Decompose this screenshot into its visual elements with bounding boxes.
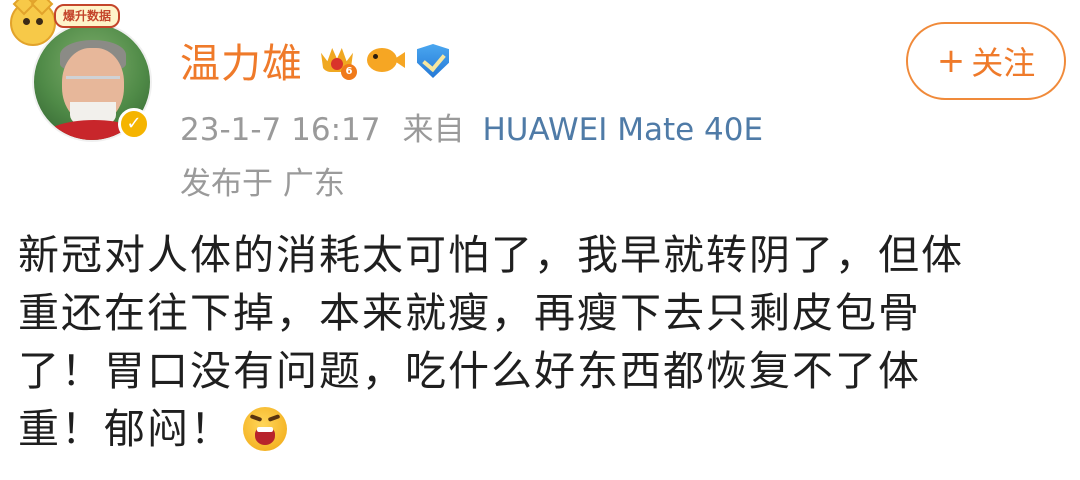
crown-level: 6 <box>341 64 357 80</box>
source-prefix: 来自 <box>402 112 465 148</box>
post-text-line: 了！胃口没有问题，吃什么好东西都恢复不了体 <box>18 347 921 395</box>
post-text-line-last: 重！郁闷！ <box>18 400 1068 458</box>
device-link[interactable]: HUAWEI Mate 40E <box>482 112 763 148</box>
user-header: 温力雄 6 <box>180 30 461 90</box>
emoji-teeth <box>257 427 273 432</box>
user-name[interactable]: 温力雄 <box>180 31 303 89</box>
avatar-glasses <box>66 76 120 91</box>
follow-button-label: 关注 <box>971 44 1036 82</box>
fish-badge-icon[interactable] <box>365 40 405 80</box>
crying-emoji-icon <box>243 407 287 451</box>
emoji-brow-left <box>249 414 263 422</box>
pet-ear-right <box>30 0 54 16</box>
shield-badge-icon[interactable] <box>413 40 453 80</box>
avatar-container[interactable]: 爆升数据 ✓ <box>10 0 155 150</box>
post-text: 新冠对人体的消耗太可怕了，我早就转阴了，但体 重还在往下掉，本来就瘦，再瘦下去只… <box>18 226 1068 458</box>
pet-eye-right <box>36 18 43 25</box>
post-meta: 23-1-7 16:17 来自 HUAWEI Mate 40E <box>180 104 763 149</box>
plus-icon: + <box>936 41 966 81</box>
crown-badge-icon[interactable]: 6 <box>317 40 357 80</box>
fish-eye <box>373 54 378 59</box>
post-text-line: 新冠对人体的消耗太可怕了，我早就转阴了，但体 <box>18 231 964 279</box>
post-text-line-content: 重！郁闷！ <box>18 405 233 453</box>
avatar-frame-tag: 爆升数据 <box>54 4 121 28</box>
post-timestamp: 23-1-7 16:17 <box>180 112 381 148</box>
verified-v-icon: ✓ <box>118 108 150 140</box>
post-location: 发布于 广东 <box>180 166 345 202</box>
avatar-pet-pendant-icon <box>10 0 56 46</box>
emoji-brow-right <box>267 414 281 422</box>
pet-eye-left <box>23 18 30 25</box>
post-text-line: 重还在往下掉，本来就瘦，再瘦下去只剩皮包骨 <box>18 289 921 337</box>
follow-button[interactable]: + 关注 <box>906 22 1066 100</box>
